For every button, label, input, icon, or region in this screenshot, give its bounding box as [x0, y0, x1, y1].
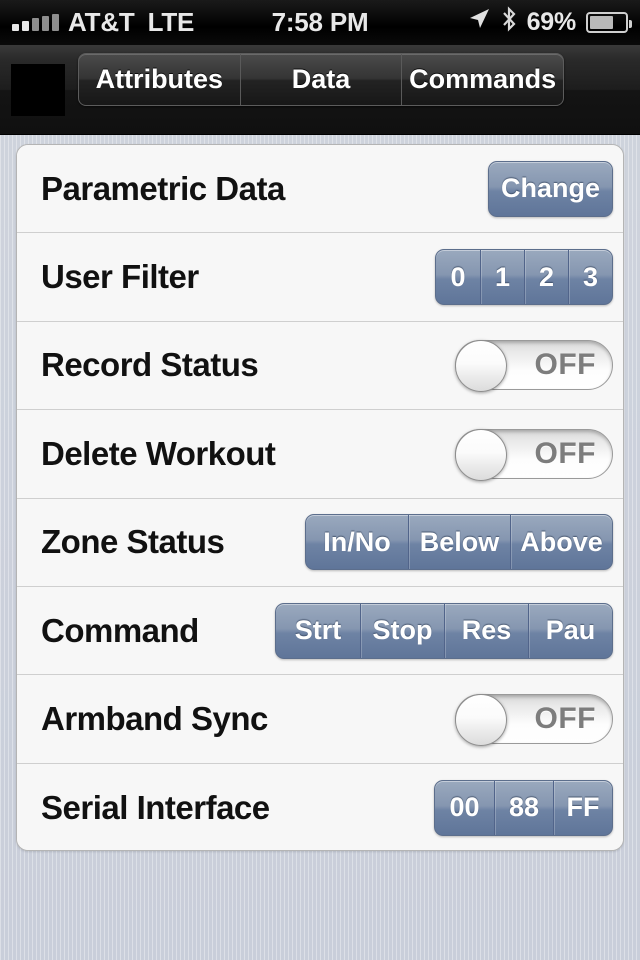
segment-option[interactable]: Strt: [276, 604, 360, 658]
tab-commands[interactable]: Commands: [401, 54, 563, 105]
toggle-knob[interactable]: [455, 428, 507, 481]
settings-row: Armband Sync OFF: [17, 675, 623, 764]
segment-option[interactable]: 88: [494, 780, 553, 835]
user-filter-segmented[interactable]: 0123: [435, 249, 613, 306]
segment-option[interactable]: 00: [435, 781, 494, 835]
row-control: In/No Below Above: [305, 514, 613, 571]
segment-option[interactable]: Pau: [528, 603, 612, 658]
row-control: Change: [487, 160, 613, 217]
segment-option[interactable]: Res: [444, 603, 528, 658]
app-logo: [11, 63, 65, 116]
segment-option[interactable]: 3: [568, 250, 612, 305]
settings-row: Parametric Data Change: [17, 145, 623, 234]
settings-row: Serial Interface 00 88 FF: [17, 763, 623, 850]
settings-row: Record Status OFF: [17, 321, 623, 411]
settings-card: Parametric Data Change User Filter 0 1 2 3 Reco…: [16, 144, 624, 851]
row-control: 00 88 FF: [434, 779, 613, 836]
settings-row: Command Strt Stop Res Pau: [17, 586, 623, 676]
row-label: Serial Interface: [41, 788, 270, 826]
tab-data[interactable]: Data: [239, 54, 402, 105]
row-label: Zone Status: [41, 523, 225, 561]
change-button[interactable]: Change: [487, 160, 613, 217]
settings-row: Zone Status In/No Below Above: [17, 498, 623, 587]
row-control: OFF: [455, 340, 613, 393]
toggle-state-label: OFF: [534, 436, 596, 470]
status-bar: AT&T LTE 7:58 PM 69%: [0, 0, 640, 45]
segment-option[interactable]: In/No: [306, 515, 408, 569]
toggle-state-label: OFF: [534, 702, 596, 736]
segment-option[interactable]: 1: [480, 250, 524, 305]
tab-attributes[interactable]: Attributes: [79, 54, 240, 105]
row-label: Parametric Data: [41, 169, 285, 207]
row-label: Delete Workout: [41, 434, 276, 472]
row-label: User Filter: [41, 258, 199, 296]
row-label: Armband Sync: [41, 700, 268, 738]
segment-option[interactable]: 2: [524, 250, 568, 305]
zone-status-segmented[interactable]: In/No Below Above: [305, 514, 613, 571]
row-control: 0123: [435, 249, 613, 306]
row-label: Command: [41, 611, 199, 649]
row-control: Strt Stop Res Pau: [275, 602, 613, 659]
toggle-knob[interactable]: [455, 694, 507, 747]
row-control: OFF: [455, 694, 613, 747]
command-segmented[interactable]: Strt Stop Res Pau: [275, 602, 613, 659]
row-label: Record Status: [41, 346, 259, 384]
segment-option[interactable]: Stop: [360, 603, 444, 658]
toggle-knob[interactable]: [455, 340, 507, 393]
row-control: OFF: [455, 428, 613, 481]
armband-sync-toggle[interactable]: OFF: [455, 694, 613, 747]
battery-icon: [586, 12, 632, 33]
clock-label: 7:58 PM: [271, 7, 369, 37]
toggle-state-label: OFF: [534, 348, 596, 382]
segment-option[interactable]: Below: [408, 515, 510, 570]
settings-row: Delete Workout OFF: [17, 410, 623, 499]
segment-option[interactable]: 0: [436, 250, 480, 304]
delete-workout-toggle[interactable]: OFF: [455, 428, 613, 481]
content-area: Parametric Data Change User Filter 0 1 2 3 Reco…: [0, 135, 640, 960]
record-status-toggle[interactable]: OFF: [455, 340, 613, 393]
segment-option[interactable]: Above: [510, 515, 612, 570]
navigation-bar: Attributes Data Commands: [0, 45, 640, 135]
serial-interface-segmented[interactable]: 00 88 FF: [434, 779, 613, 836]
settings-row: User Filter 0 1 2 3: [17, 233, 623, 322]
segment-option[interactable]: FF: [553, 780, 612, 835]
main-tab-segmented-control[interactable]: Attributes Data Commands: [78, 53, 564, 106]
